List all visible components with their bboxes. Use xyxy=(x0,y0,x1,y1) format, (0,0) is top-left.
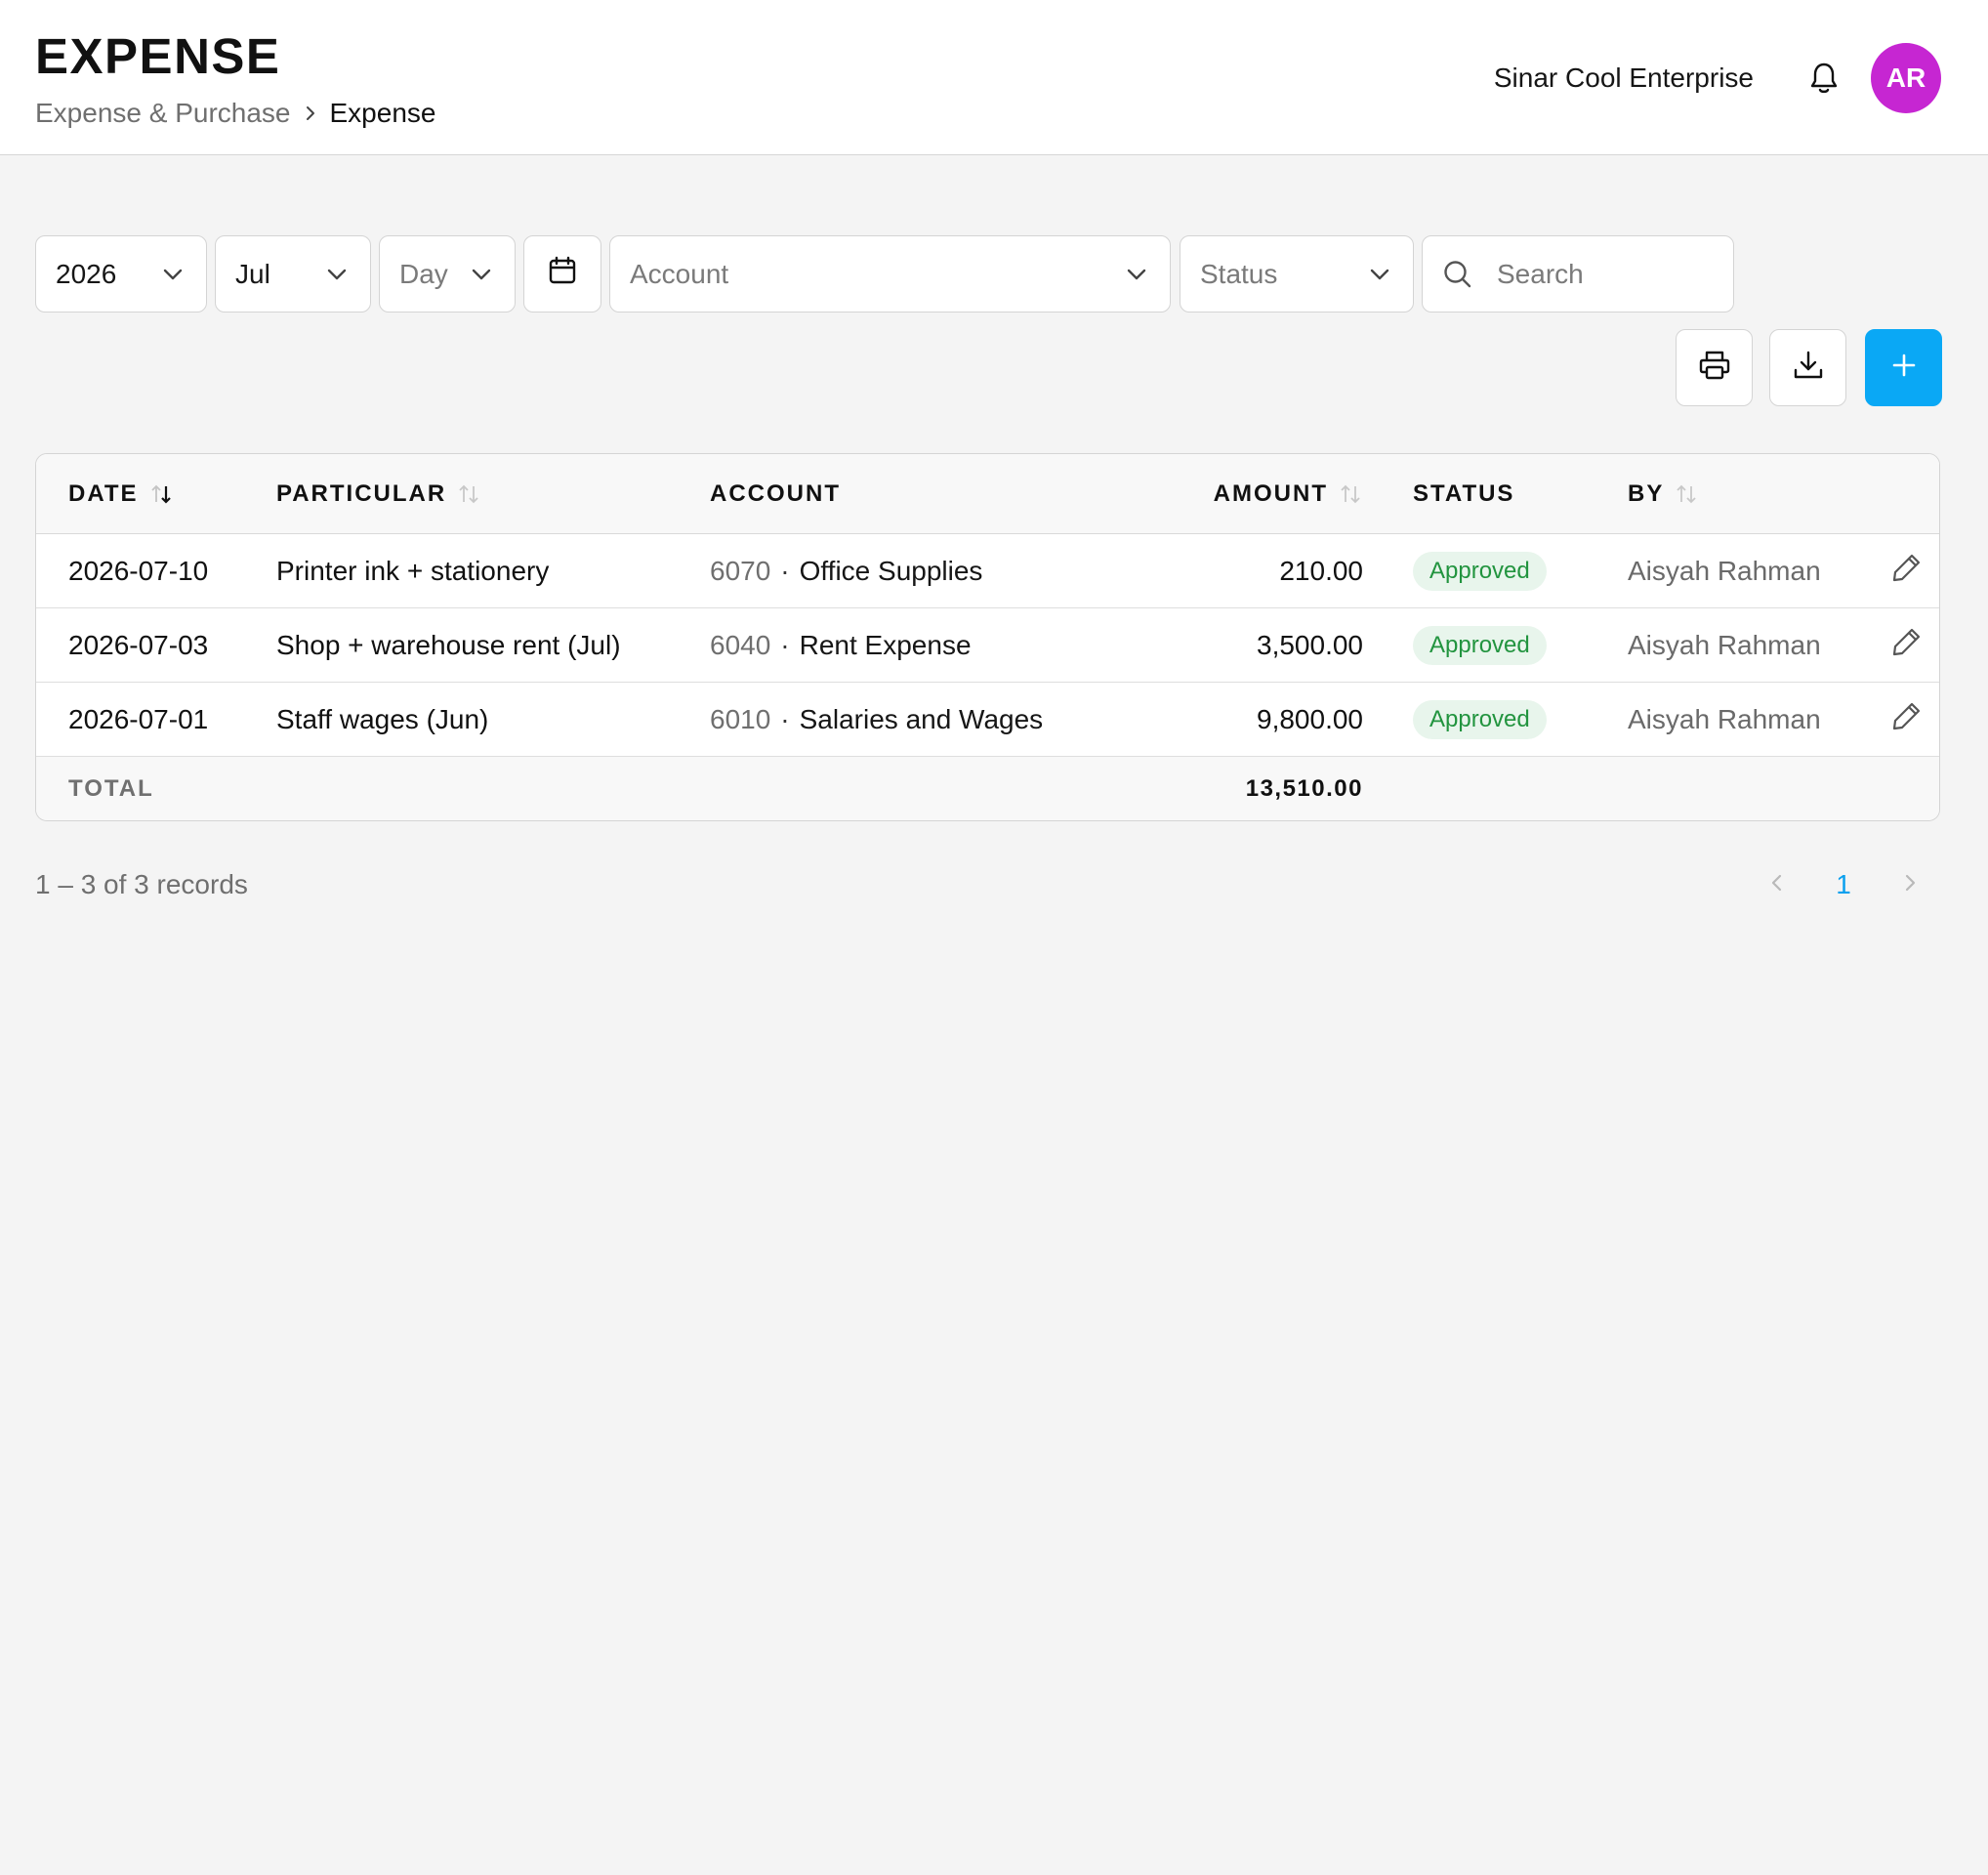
cell-by: Aisyah Rahman xyxy=(1628,629,1821,660)
day-select[interactable]: Day xyxy=(379,235,516,312)
cell-by: Aisyah Rahman xyxy=(1628,703,1821,734)
account-separator: · xyxy=(780,703,790,734)
cell-by: Aisyah Rahman xyxy=(1628,555,1821,586)
calendar-icon xyxy=(547,255,578,293)
add-expense-button[interactable] xyxy=(1865,329,1942,406)
next-page-button[interactable] xyxy=(1890,865,1929,904)
year-select[interactable]: 2026 xyxy=(35,235,207,312)
cell-amount: 3,500.00 xyxy=(1257,629,1363,660)
cell-status: Approved xyxy=(1413,683,1547,756)
column-header-amount[interactable]: AMOUNT xyxy=(1214,454,1363,533)
page-title: EXPENSE xyxy=(35,28,281,84)
column-header-by-label: BY xyxy=(1628,479,1665,507)
cell-particular: Printer ink + stationery xyxy=(276,555,550,586)
account-code: 6010 xyxy=(710,703,771,734)
status-select-placeholder: Status xyxy=(1200,258,1278,289)
cell-amount: 9,800.00 xyxy=(1257,703,1363,734)
cell-particular: Shop + warehouse rent (Jul) xyxy=(276,629,621,660)
breadcrumb: Expense & Purchase Expense xyxy=(35,94,435,133)
cell-date: 2026-07-10 xyxy=(68,555,209,586)
records-count: 1 – 3 of 3 records xyxy=(35,869,248,899)
total-label: TOTAL xyxy=(68,775,154,802)
account-select-placeholder: Account xyxy=(630,258,729,289)
cell-status: Approved xyxy=(1413,608,1547,682)
chevron-down-icon xyxy=(468,261,495,288)
company-switcher[interactable]: Sinar Cool Enterprise xyxy=(1494,59,1754,98)
table-row[interactable]: 2026-07-10 Printer ink + stationery 6070… xyxy=(36,534,1939,608)
plus-icon xyxy=(1890,352,1918,384)
download-icon xyxy=(1792,349,1825,387)
printer-icon xyxy=(1698,349,1731,387)
expense-table: DATE PARTICULAR ACCOUNT AMOUNT STATUS BY… xyxy=(35,453,1940,821)
cell-date: 2026-07-01 xyxy=(68,703,209,734)
sort-icon xyxy=(1674,481,1699,507)
pencil-icon xyxy=(1891,700,1923,738)
table-header-row: DATE PARTICULAR ACCOUNT AMOUNT STATUS BY xyxy=(36,454,1939,534)
column-header-date-label: DATE xyxy=(68,479,139,507)
chevron-down-icon xyxy=(1366,261,1393,288)
chevron-right-icon xyxy=(1902,871,1918,899)
top-header: EXPENSE Expense & Purchase Expense Sinar… xyxy=(0,0,1988,155)
bell-icon[interactable] xyxy=(1804,59,1843,98)
account-name: Rent Expense xyxy=(799,629,972,660)
column-header-date[interactable]: DATE xyxy=(68,454,174,533)
date-picker-button[interactable] xyxy=(523,235,601,312)
cell-date: 2026-07-03 xyxy=(68,629,209,660)
total-amount: 13,510.00 xyxy=(1245,775,1363,802)
pencil-icon xyxy=(1891,626,1923,664)
edit-button[interactable] xyxy=(1891,534,1923,607)
sort-descending-icon xyxy=(148,481,174,507)
search-placeholder: Search xyxy=(1497,258,1584,289)
account-separator: · xyxy=(780,629,790,660)
cell-account: 6010 · Salaries and Wages xyxy=(710,683,1043,756)
chevron-right-icon xyxy=(291,104,330,123)
column-header-status: STATUS xyxy=(1413,479,1515,507)
chevron-down-icon xyxy=(1123,261,1150,288)
cell-status: Approved xyxy=(1413,534,1547,607)
cell-account: 6070 · Office Supplies xyxy=(710,534,982,607)
column-header-particular-label: PARTICULAR xyxy=(276,479,447,507)
download-button[interactable] xyxy=(1769,329,1846,406)
search-input[interactable]: Search xyxy=(1422,235,1734,312)
chevron-down-icon xyxy=(323,261,351,288)
year-select-value: 2026 xyxy=(56,258,117,289)
column-header-account: ACCOUNT xyxy=(710,479,841,507)
month-select-value: Jul xyxy=(235,258,270,289)
status-badge: Approved xyxy=(1413,551,1547,591)
chevron-down-icon xyxy=(159,261,186,288)
status-badge: Approved xyxy=(1413,625,1547,665)
month-select[interactable]: Jul xyxy=(215,235,371,312)
cell-account: 6040 · Rent Expense xyxy=(710,608,972,682)
column-header-amount-label: AMOUNT xyxy=(1213,479,1328,507)
account-code: 6070 xyxy=(710,555,771,586)
column-header-particular[interactable]: PARTICULAR xyxy=(276,454,481,533)
pencil-icon xyxy=(1891,552,1923,590)
status-badge: Approved xyxy=(1413,699,1547,739)
cell-amount: 210.00 xyxy=(1279,555,1363,586)
edit-button[interactable] xyxy=(1891,683,1923,756)
account-name: Office Supplies xyxy=(799,555,983,586)
account-name: Salaries and Wages xyxy=(799,703,1044,734)
page-number-current[interactable]: 1 xyxy=(1824,865,1863,904)
chevron-left-icon xyxy=(1769,871,1785,899)
status-select[interactable]: Status xyxy=(1180,235,1414,312)
account-separator: · xyxy=(780,555,790,586)
print-button[interactable] xyxy=(1676,329,1753,406)
breadcrumb-parent-link[interactable]: Expense & Purchase xyxy=(35,98,291,129)
cell-particular: Staff wages (Jun) xyxy=(276,703,489,734)
edit-button[interactable] xyxy=(1891,608,1923,682)
table-row[interactable]: 2026-07-01 Staff wages (Jun) 6010 · Sala… xyxy=(36,683,1939,757)
account-select[interactable]: Account xyxy=(609,235,1171,312)
day-select-placeholder: Day xyxy=(399,258,448,289)
account-code: 6040 xyxy=(710,629,771,660)
sort-icon xyxy=(1338,481,1363,507)
table-row[interactable]: 2026-07-03 Shop + warehouse rent (Jul) 6… xyxy=(36,608,1939,683)
table-total-row: TOTAL 13,510.00 xyxy=(36,757,1939,820)
sort-icon xyxy=(456,481,481,507)
search-icon xyxy=(1442,258,1475,291)
user-avatar[interactable]: AR xyxy=(1871,43,1941,113)
breadcrumb-current: Expense xyxy=(329,98,436,128)
previous-page-button[interactable] xyxy=(1758,865,1797,904)
column-header-by[interactable]: BY xyxy=(1628,454,1699,533)
